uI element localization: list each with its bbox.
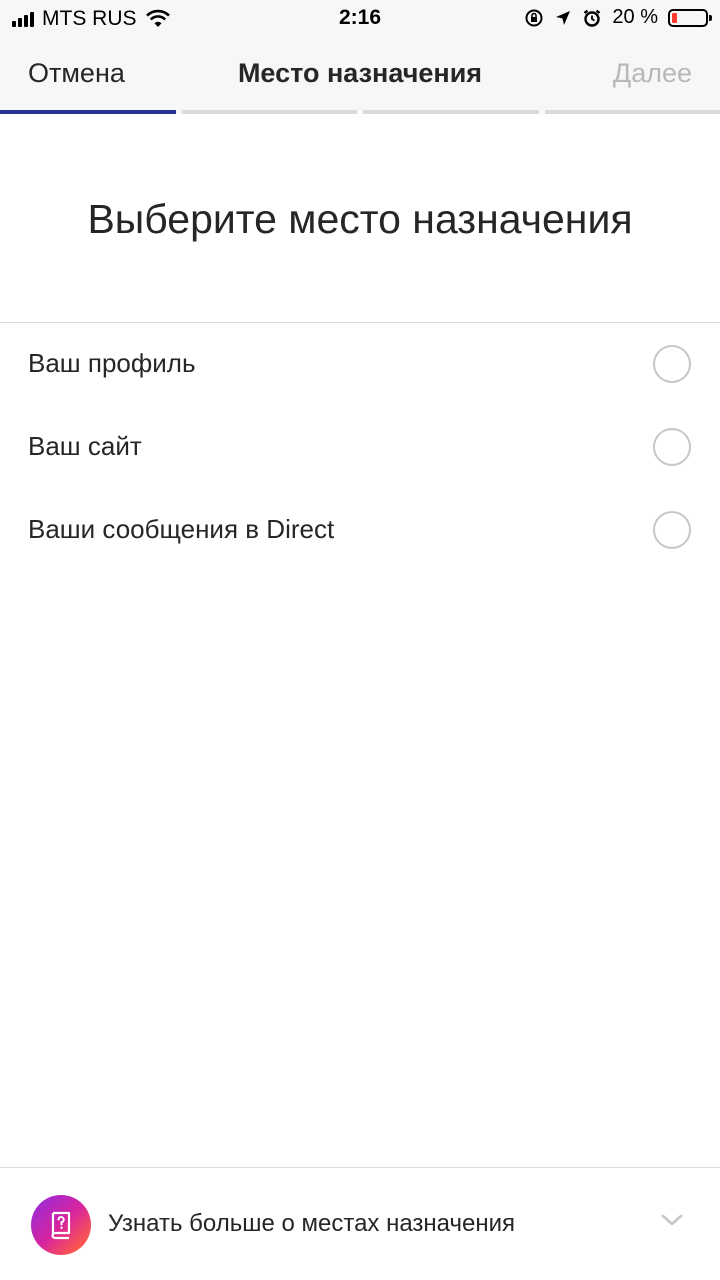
option-profile[interactable]: Ваш профиль <box>0 324 720 407</box>
nav-bar: Отмена Место назначения Далее <box>0 36 720 114</box>
alarm-icon <box>584 9 601 27</box>
progress-step-2 <box>181 110 357 114</box>
step-progress <box>0 110 720 114</box>
learn-more-label: Узнать больше о местах назначения <box>108 1210 516 1237</box>
option-direct-messages[interactable]: Ваши сообщения в Direct <box>0 490 720 573</box>
battery-icon <box>668 8 712 27</box>
radio-button[interactable] <box>653 428 691 466</box>
radio-button[interactable] <box>653 511 691 549</box>
progress-step-1 <box>0 110 176 114</box>
book-question-icon <box>31 1195 91 1255</box>
next-button[interactable]: Далее <box>613 58 692 89</box>
progress-step-3 <box>363 110 539 114</box>
option-label: Ваш сайт <box>28 431 142 461</box>
orientation-lock-icon <box>525 9 543 26</box>
location-icon <box>556 10 571 25</box>
status-right: 20 % <box>524 6 712 29</box>
progress-step-4 <box>544 110 720 114</box>
option-label: Ваши сообщения в Direct <box>28 514 335 544</box>
section-heading: Выберите место назначения <box>87 196 633 242</box>
status-bar: MTS RUS 2:16 20 % <box>0 0 720 36</box>
battery-percent: 20 % <box>612 6 658 28</box>
radio-button[interactable] <box>653 345 691 383</box>
learn-more-row[interactable]: Узнать больше о местах назначения <box>0 1168 720 1280</box>
option-website[interactable]: Ваш сайт <box>0 407 720 490</box>
option-label: Ваш профиль <box>28 348 196 378</box>
divider <box>0 322 720 323</box>
chevron-down-icon[interactable] <box>660 1212 684 1228</box>
